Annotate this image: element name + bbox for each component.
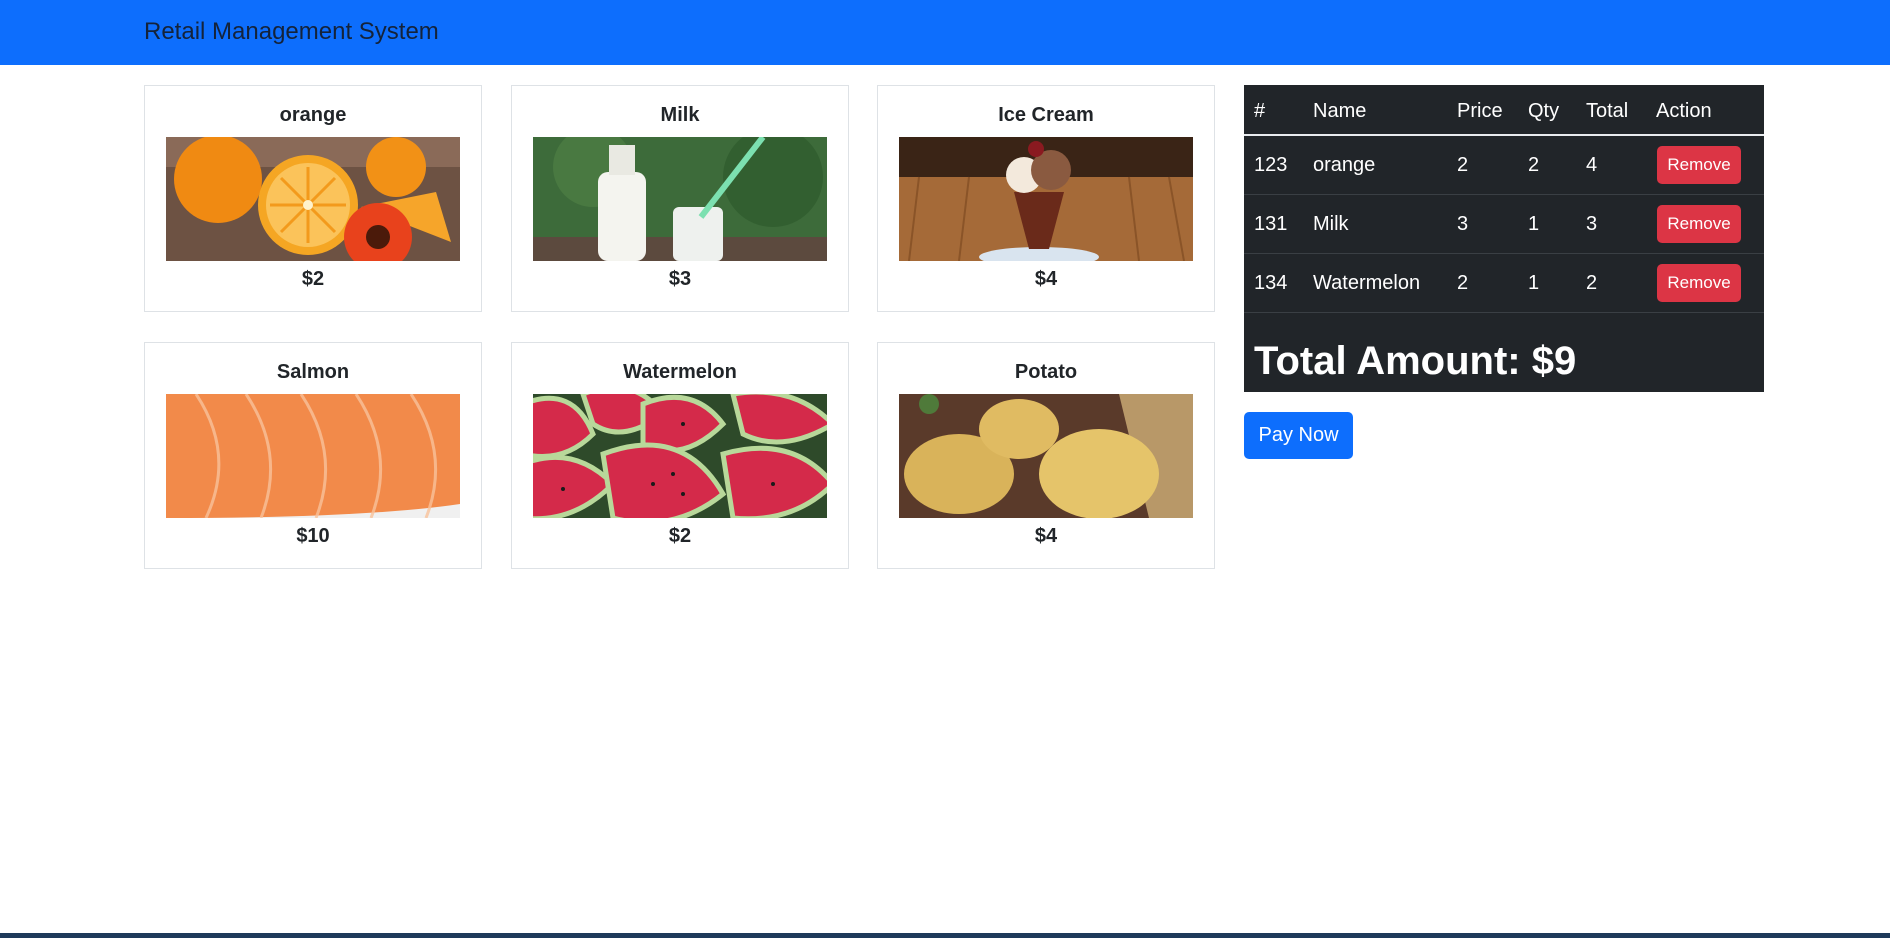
watermelon-image [533, 394, 827, 518]
product-name: orange [279, 104, 347, 126]
cart-table: # Name Price Qty Total Action 123 orange… [1244, 85, 1764, 392]
total-amount: Total Amount: $9 [1254, 339, 1577, 383]
product-card-salmon[interactable]: Salmon $10 [144, 342, 482, 569]
product-card-potato[interactable]: Potato $4 [877, 342, 1215, 569]
top-navbar: Retail Management System [0, 0, 1890, 65]
row-total: 2 [1586, 272, 1598, 294]
row-price: 2 [1457, 154, 1469, 176]
header-price: Price [1457, 100, 1503, 122]
remove-button[interactable]: Remove [1657, 146, 1741, 184]
product-card-watermelon[interactable]: Watermelon $2 [511, 342, 849, 569]
product-name: Milk [660, 104, 700, 126]
product-name: Potato [1014, 361, 1078, 383]
product-name: Ice Cream [998, 104, 1094, 126]
header-name: Name [1313, 100, 1367, 122]
product-price: $10 [296, 525, 330, 547]
product-price: $4 [1034, 525, 1058, 547]
row-name: Watermelon [1313, 272, 1421, 294]
row-name: orange [1313, 154, 1376, 176]
row-qty: 2 [1528, 154, 1540, 176]
row-qty: 1 [1528, 272, 1540, 294]
product-name: Watermelon [623, 361, 737, 383]
salmon-image [166, 394, 460, 518]
row-price: 2 [1457, 272, 1469, 294]
row-id: 131 [1254, 213, 1288, 235]
product-card-orange[interactable]: orange $2 [144, 85, 482, 312]
table-row: 131 Milk 3 1 3 Remove [1244, 195, 1764, 254]
product-price: $3 [668, 268, 692, 290]
product-price: $2 [668, 525, 692, 547]
product-card-milk[interactable]: Milk $3 [511, 85, 849, 312]
pay-now-button[interactable]: Pay Now [1244, 412, 1353, 459]
header-id: # [1254, 100, 1266, 122]
header-total: Total [1586, 100, 1629, 122]
row-id: 134 [1254, 272, 1288, 294]
taskbar-edge [0, 933, 1890, 938]
row-price: 3 [1457, 213, 1469, 235]
remove-button[interactable]: Remove [1657, 205, 1741, 243]
header-action: Action [1656, 100, 1712, 122]
row-total: 4 [1586, 154, 1598, 176]
remove-button[interactable]: Remove [1657, 264, 1741, 302]
orange-image [166, 137, 460, 261]
row-qty: 1 [1528, 213, 1540, 235]
product-name: Salmon [276, 361, 350, 383]
row-id: 123 [1254, 154, 1288, 176]
product-card-ice-cream[interactable]: Ice Cream $4 [877, 85, 1215, 312]
header-qty: Qty [1528, 100, 1560, 122]
table-row: 134 Watermelon 2 1 2 Remove [1244, 254, 1764, 313]
table-row: 123 orange 2 2 4 Remove [1244, 136, 1764, 195]
row-total: 3 [1586, 213, 1598, 235]
cart-header-row: # Name Price Qty Total Action [1244, 85, 1764, 136]
product-price: $4 [1034, 268, 1058, 290]
milk-image [533, 137, 827, 261]
brand-title[interactable]: Retail Management System [144, 17, 439, 47]
product-price: $2 [301, 268, 325, 290]
ice-cream-image [899, 137, 1193, 261]
row-name: Milk [1313, 213, 1349, 235]
potato-image [899, 394, 1193, 518]
